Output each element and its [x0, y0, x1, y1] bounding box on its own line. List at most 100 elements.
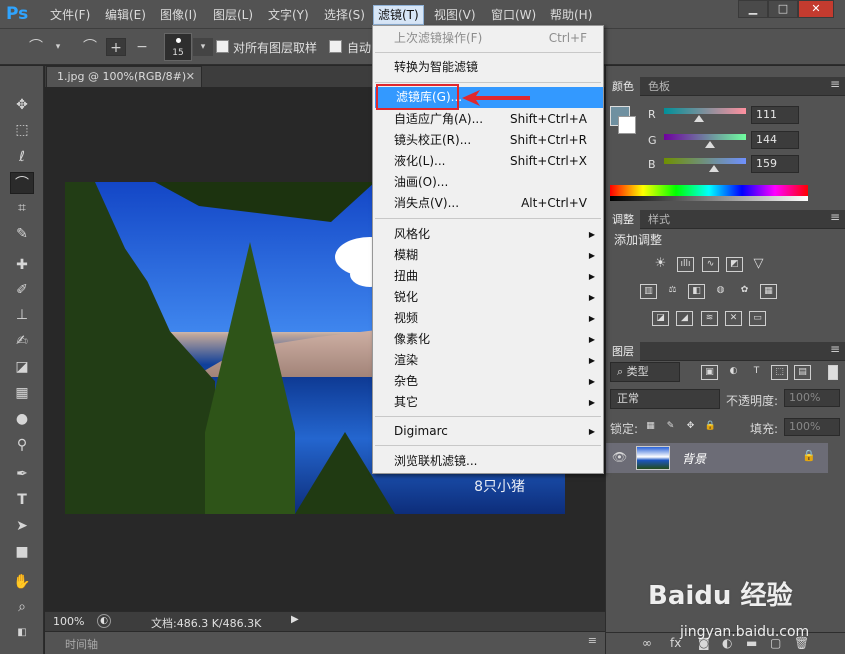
lasso-tool-icon[interactable]: ℓ [10, 146, 34, 168]
zoom-tool-icon[interactable]: ⌕ [10, 596, 34, 618]
b-slider-thumb[interactable] [709, 165, 719, 172]
tab-layers[interactable]: 图层 [606, 342, 640, 361]
preset-dropdown-icon[interactable]: ▾ [48, 38, 68, 56]
layer-row[interactable]: 👁 背景 🔒 [606, 443, 828, 473]
link-layers-icon[interactable]: ∞ [642, 636, 652, 650]
menu-help[interactable]: 帮助(H) [546, 7, 596, 24]
exposure-icon[interactable]: ◩ [726, 257, 743, 272]
lock-transparent-icon[interactable]: ▦ [642, 420, 659, 435]
black-white-icon[interactable]: ◧ [688, 284, 705, 299]
brush-dropdown-icon[interactable]: ▾ [193, 38, 213, 56]
clone-stamp-tool-icon[interactable]: ⊥ [10, 304, 34, 326]
menu-item-sharpen[interactable]: 锐化 ▶ [373, 287, 603, 308]
menu-item-vanishing-point[interactable]: 消失点(V)... Alt+Ctrl+V [373, 193, 603, 214]
pen-tool-icon[interactable]: ✒ [10, 463, 34, 485]
brush-tool-icon[interactable]: ✐ [10, 279, 34, 301]
menu-item-digimarc[interactable]: Digimarc ▶ [373, 421, 603, 442]
g-value[interactable]: 144 [751, 131, 799, 149]
menu-item-oil-paint[interactable]: 油画(O)... [373, 172, 603, 193]
channel-mixer-icon[interactable]: ✿ [736, 284, 753, 299]
menu-layer[interactable]: 图层(L) [209, 7, 257, 24]
posterize-icon[interactable]: ◢ [676, 311, 693, 326]
filter-smart-object-icon[interactable]: ▤ [794, 365, 811, 380]
lock-position-icon[interactable]: ✥ [682, 420, 699, 435]
lock-image-icon[interactable]: ✎ [662, 420, 679, 435]
brightness-icon[interactable]: ☀ [652, 257, 669, 272]
dodge-tool-icon[interactable]: ⚲ [10, 434, 34, 456]
menu-item-browse-online[interactable]: 浏览联机滤镜... [373, 451, 603, 472]
marquee-tool-icon[interactable]: ⬚ [10, 119, 34, 141]
hand-tool-icon[interactable]: ✋ [10, 571, 34, 593]
color-balance-icon[interactable]: ⚖ [664, 284, 681, 299]
menu-item-other[interactable]: 其它 ▶ [373, 392, 603, 413]
add-to-selection-icon[interactable]: + [106, 38, 126, 56]
subtract-selection-icon[interactable]: − [132, 38, 152, 56]
menu-item-video[interactable]: 视频 ▶ [373, 308, 603, 329]
layer-name[interactable]: 背景 [682, 450, 706, 467]
hue-saturation-icon[interactable]: ▥ [640, 284, 657, 299]
status-menu-arrow-icon[interactable]: ▶ [291, 614, 299, 625]
zoom-level[interactable]: 100% [53, 615, 84, 628]
menu-item-pixelate[interactable]: 像素化 ▶ [373, 329, 603, 350]
vibrance-icon[interactable]: ▽ [750, 257, 767, 272]
tab-styles[interactable]: 样式 [642, 210, 676, 229]
close-button[interactable]: ✕ [798, 0, 834, 18]
eyedropper-tool-icon[interactable]: ✎ [10, 223, 34, 245]
type-tool-icon[interactable]: T [10, 489, 34, 511]
menu-file[interactable]: 文件(F) [46, 7, 94, 24]
r-value[interactable]: 111 [751, 106, 799, 124]
menu-image[interactable]: 图像(I) [156, 7, 201, 24]
blend-mode-select[interactable]: 正常 [610, 389, 720, 409]
filter-toggle[interactable] [828, 365, 838, 380]
eye-icon[interactable]: 👁 [612, 450, 627, 464]
panel-menu-icon[interactable]: ≡ [830, 342, 840, 356]
menu-item-liquify[interactable]: 液化(L)... Shift+Ctrl+X [373, 151, 603, 172]
lock-all-icon[interactable]: 🔒 [702, 420, 719, 435]
threshold-icon[interactable]: ≋ [701, 311, 718, 326]
menu-view[interactable]: 视图(V) [430, 7, 480, 24]
tab-adjustments[interactable]: 调整 [606, 210, 640, 229]
quick-selection-preset-icon[interactable]: ⌒ [26, 38, 46, 56]
menu-window[interactable]: 窗口(W) [487, 7, 540, 24]
filter-pixel-icon[interactable]: ▣ [701, 365, 718, 380]
timeline-panel-tab[interactable]: 时间轴 ≡ [45, 631, 605, 654]
menu-item-stylize[interactable]: 风格化 ▶ [373, 224, 603, 245]
menu-item-convert-smart[interactable]: 转换为智能滤镜 [373, 57, 603, 78]
rectangle-tool-icon[interactable]: ■ [10, 541, 34, 563]
maximize-button[interactable]: □ [768, 0, 798, 18]
brush-size-picker[interactable]: 15 [164, 33, 192, 61]
tab-swatches[interactable]: 色板 [642, 77, 676, 96]
color-spectrum[interactable] [610, 185, 808, 201]
menu-edit[interactable]: 编辑(E) [101, 7, 150, 24]
invert-icon[interactable]: ◪ [652, 311, 669, 326]
g-slider-thumb[interactable] [705, 141, 715, 148]
menu-item-blur[interactable]: 模糊 ▶ [373, 245, 603, 266]
blur-tool-icon[interactable]: ● [10, 408, 34, 430]
menu-select[interactable]: 选择(S) [320, 7, 369, 24]
menu-item-noise[interactable]: 杂色 ▶ [373, 371, 603, 392]
curves-icon[interactable]: ∿ [702, 257, 719, 272]
gradient-map-icon[interactable]: ✕ [725, 311, 742, 326]
r-slider-thumb[interactable] [694, 115, 704, 122]
status-info-icon[interactable]: ◐ [97, 614, 111, 628]
menu-type[interactable]: 文字(Y) [264, 7, 313, 24]
move-tool-icon[interactable]: ✥ [10, 94, 34, 116]
g-slider[interactable] [664, 134, 746, 140]
document-tab[interactable]: 1.jpg @ 100%(RGB/8#) ✕ [46, 66, 202, 87]
color-swatches-icon[interactable]: ◧ [10, 622, 34, 644]
panel-menu-icon[interactable]: ≡ [830, 77, 840, 91]
panel-menu-icon[interactable]: ≡ [830, 210, 840, 224]
photo-filter-icon[interactable]: ◍ [712, 284, 729, 299]
path-selection-tool-icon[interactable]: ➤ [10, 515, 34, 537]
opacity-value[interactable]: 100% [784, 389, 840, 407]
tab-color[interactable]: 颜色 [606, 77, 640, 96]
healing-brush-tool-icon[interactable]: ✚ [10, 254, 34, 276]
selective-color-icon[interactable]: ▭ [749, 311, 766, 326]
minimize-button[interactable]: ▁ [738, 0, 768, 18]
new-selection-icon[interactable]: ⌒ [80, 38, 100, 56]
filter-shape-icon[interactable]: ⬚ [771, 365, 788, 380]
menu-item-adaptive-wide-angle[interactable]: 自适应广角(A)... Shift+Ctrl+A [373, 109, 603, 130]
history-brush-tool-icon[interactable]: ✍ [10, 330, 34, 352]
menu-item-render[interactable]: 渲染 ▶ [373, 350, 603, 371]
b-value[interactable]: 159 [751, 155, 799, 173]
